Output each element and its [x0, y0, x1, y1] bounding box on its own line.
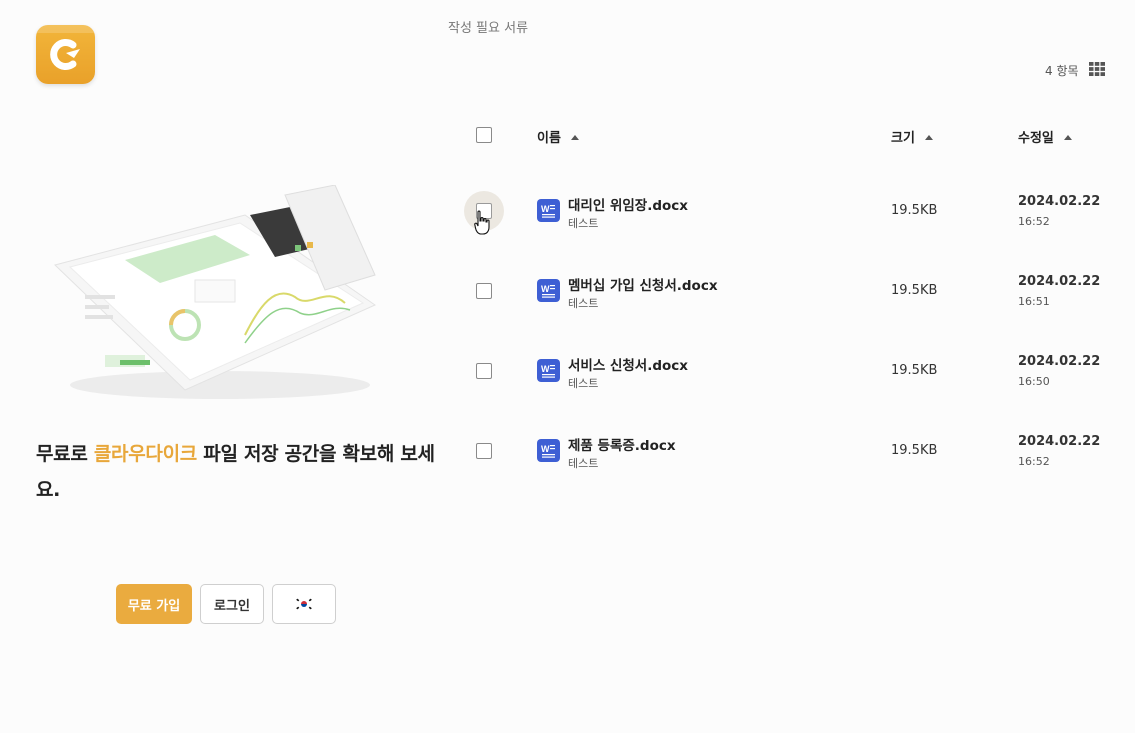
svg-text:W: W	[541, 364, 550, 374]
file-time: 16:51	[1018, 295, 1050, 308]
file-owner: 테스트	[568, 217, 599, 230]
hand-pointer-cursor-icon	[474, 210, 490, 235]
column-modified-label: 수정일	[1018, 131, 1054, 146]
row-checkbox[interactable]	[476, 283, 492, 299]
file-name[interactable]: 제품 등록증.docx	[568, 434, 676, 454]
tagline-prefix: 무료로	[36, 443, 94, 465]
word-doc-icon: W	[537, 279, 560, 302]
app-logo[interactable]	[36, 25, 95, 84]
row-checkbox[interactable]	[476, 443, 492, 459]
word-doc-icon: W	[537, 199, 560, 222]
sort-asc-icon	[1063, 135, 1072, 140]
file-size: 19.5KB	[891, 363, 938, 378]
file-date: 2024.02.22	[1018, 274, 1101, 289]
svg-text:W: W	[541, 284, 550, 294]
file-name[interactable]: 서비스 신청서.docx	[568, 354, 688, 374]
column-header-name[interactable]: 이름	[537, 127, 579, 146]
dashboard-illustration	[54, 185, 377, 399]
grid-view-icon[interactable]	[1089, 62, 1105, 76]
word-doc-icon: W	[537, 359, 560, 382]
file-date: 2024.02.22	[1018, 194, 1101, 209]
file-time: 16:50	[1018, 375, 1050, 388]
tagline-brand: 클라우다이크	[93, 443, 197, 465]
select-all-checkbox[interactable]	[476, 127, 492, 143]
cloudike-logo-icon	[50, 39, 80, 70]
file-date: 2024.02.22	[1018, 354, 1101, 369]
file-size: 19.5KB	[891, 283, 938, 298]
column-size-label: 크기	[891, 131, 915, 146]
file-size: 19.5KB	[891, 203, 938, 218]
promo-tagline: 무료로 클라우다이크 파일 저장 공간을 확보해 보세요.	[36, 436, 436, 508]
file-time: 16:52	[1018, 215, 1050, 228]
column-header-size[interactable]: 크기	[891, 127, 933, 146]
file-name[interactable]: 대리인 위임장.docx	[568, 194, 688, 214]
sort-asc-icon	[570, 135, 579, 140]
file-time: 16:52	[1018, 455, 1050, 468]
word-doc-icon: W	[537, 439, 560, 462]
file-name[interactable]: 멤버십 가입 신청서.docx	[568, 274, 718, 294]
row-checkbox[interactable]	[476, 363, 492, 379]
column-header-modified[interactable]: 수정일	[1018, 127, 1072, 146]
column-name-label: 이름	[537, 131, 561, 146]
svg-text:W: W	[541, 444, 550, 454]
folder-title: 작성 필요 서류	[448, 21, 529, 36]
file-date: 2024.02.22	[1018, 434, 1101, 449]
file-owner: 테스트	[568, 377, 599, 390]
svg-text:W: W	[541, 204, 550, 214]
korea-flag-icon	[295, 598, 313, 610]
file-owner: 테스트	[568, 457, 599, 470]
signup-button[interactable]: 무료 가입	[116, 584, 192, 624]
sort-asc-icon	[924, 135, 933, 140]
login-button[interactable]: 로그인	[200, 584, 264, 624]
item-count: 4 항목	[1045, 64, 1079, 78]
language-button[interactable]	[272, 584, 336, 624]
file-owner: 테스트	[568, 297, 599, 310]
file-size: 19.5KB	[891, 443, 938, 458]
